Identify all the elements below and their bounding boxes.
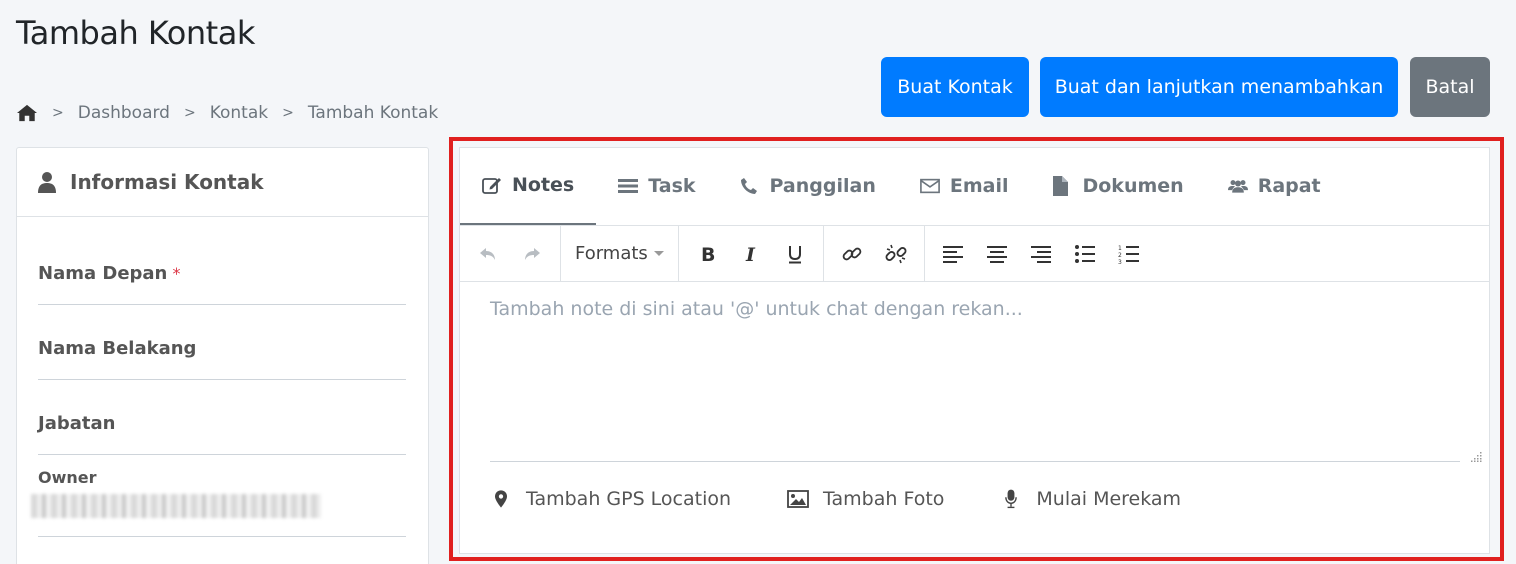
underline-icon: [788, 245, 801, 263]
bold-button[interactable]: B: [685, 234, 729, 274]
underline-button[interactable]: [773, 234, 817, 274]
breadcrumb-item-current: Tambah Kontak: [307, 103, 439, 123]
home-icon[interactable]: [16, 103, 38, 123]
cancel-button[interactable]: Batal: [1410, 57, 1490, 117]
position-label: Jabatan: [38, 413, 116, 434]
tab-rapat[interactable]: Rapat: [1206, 147, 1343, 225]
align-center-icon: [986, 245, 1007, 263]
list-icon: [618, 177, 639, 195]
map-marker-icon: [490, 488, 512, 510]
svg-text:1: 1: [1118, 245, 1122, 252]
document-icon: [1052, 176, 1072, 196]
bullet-list-button[interactable]: [1063, 234, 1107, 274]
bold-icon: B: [701, 244, 715, 265]
image-icon: [787, 488, 809, 510]
user-icon: [38, 171, 56, 193]
breadcrumb-separator: >: [282, 105, 294, 121]
undo-icon: [480, 247, 495, 260]
tab-task[interactable]: Task: [596, 147, 717, 225]
phone-icon: [740, 177, 760, 195]
italic-button[interactable]: I: [729, 234, 773, 274]
tab-notes[interactable]: Notes: [460, 147, 597, 225]
owner-value-redacted[interactable]: [31, 494, 321, 518]
first-name-field[interactable]: Nama Depan *: [38, 263, 406, 305]
svg-text:2: 2: [1118, 252, 1122, 259]
last-name-label: Nama Belakang: [38, 338, 197, 359]
breadcrumb-item-dashboard[interactable]: Dashboard: [78, 103, 170, 123]
resize-grip-icon[interactable]: [1470, 447, 1482, 462]
add-gps-location-button[interactable]: Tambah GPS Location: [490, 488, 731, 510]
contact-info-header: Informasi Kontak: [17, 148, 428, 217]
editor-toolbar: Formats B I 1 2 3: [460, 225, 1489, 282]
first-name-label: Nama Depan: [38, 263, 168, 284]
formats-dropdown[interactable]: Formats: [567, 243, 672, 264]
link-button[interactable]: [830, 234, 874, 274]
create-contact-button[interactable]: Buat Kontak: [881, 57, 1029, 117]
start-recording-button[interactable]: Mulai Merekam: [1000, 488, 1181, 510]
align-center-button[interactable]: [975, 234, 1019, 274]
style-group: B I: [679, 225, 824, 282]
page-title: Tambah Kontak: [16, 14, 255, 52]
tab-email[interactable]: Email: [898, 147, 1031, 225]
tab-panggilan[interactable]: Panggilan: [718, 147, 898, 225]
link-group: [824, 225, 925, 282]
add-photo-button[interactable]: Tambah Foto: [787, 488, 944, 510]
activity-card: Notes Task Panggilan Email Dokumen Rapat…: [459, 147, 1490, 554]
breadcrumb-separator: >: [183, 105, 196, 121]
contact-info-card: Informasi Kontak Nama Depan * Nama Belak…: [16, 147, 429, 564]
owner-label: Owner: [38, 468, 97, 487]
contact-info-title: Informasi Kontak: [70, 170, 264, 194]
breadcrumb-item-kontak[interactable]: Kontak: [210, 103, 268, 123]
history-group: [460, 225, 561, 282]
redo-button[interactable]: [510, 234, 554, 274]
bullet-list-icon: [1074, 244, 1095, 263]
undo-button[interactable]: [466, 234, 510, 274]
chevron-down-icon: [653, 251, 664, 256]
align-right-button[interactable]: [1019, 234, 1063, 274]
users-icon: [1227, 177, 1248, 195]
link-icon: [842, 247, 862, 260]
tab-dokumen[interactable]: Dokumen: [1030, 147, 1205, 225]
breadcrumb-separator: >: [52, 105, 64, 121]
unlink-button[interactable]: [874, 234, 918, 274]
position-field[interactable]: Jabatan: [38, 413, 406, 455]
align-group: 123: [925, 226, 1157, 282]
owner-field-underline: [38, 536, 406, 537]
required-mark: *: [172, 264, 181, 283]
align-left-button[interactable]: [931, 234, 975, 274]
align-right-icon: [1030, 245, 1051, 263]
formats-group: Formats: [561, 225, 679, 282]
svg-text:I: I: [745, 244, 756, 265]
numbered-list-button[interactable]: 123: [1107, 234, 1151, 274]
align-left-icon: [942, 245, 963, 263]
last-name-field[interactable]: Nama Belakang: [38, 338, 406, 380]
microphone-icon: [1000, 488, 1022, 510]
redo-icon: [525, 247, 540, 260]
envelope-icon: [919, 177, 940, 195]
note-editor[interactable]: Tambah note di sini atau '@' untuk chat …: [490, 298, 1482, 462]
italic-icon: I: [745, 244, 756, 265]
note-placeholder: Tambah note di sini atau '@' untuk chat …: [490, 298, 1023, 320]
note-actions: Tambah GPS Location Tambah Foto Mulai Me…: [490, 488, 1237, 510]
breadcrumb: > Dashboard > Kontak > Tambah Kontak: [16, 103, 438, 123]
numbered-list-icon: 123: [1118, 245, 1139, 265]
activity-tabs: Notes Task Panggilan Email Dokumen Rapat: [460, 148, 1489, 226]
svg-text:3: 3: [1118, 259, 1122, 265]
svg-text:B: B: [701, 244, 715, 265]
edit-icon: [482, 176, 502, 194]
create-and-continue-button[interactable]: Buat dan lanjutkan menambahkan: [1040, 57, 1398, 117]
unlink-icon: [885, 244, 907, 263]
